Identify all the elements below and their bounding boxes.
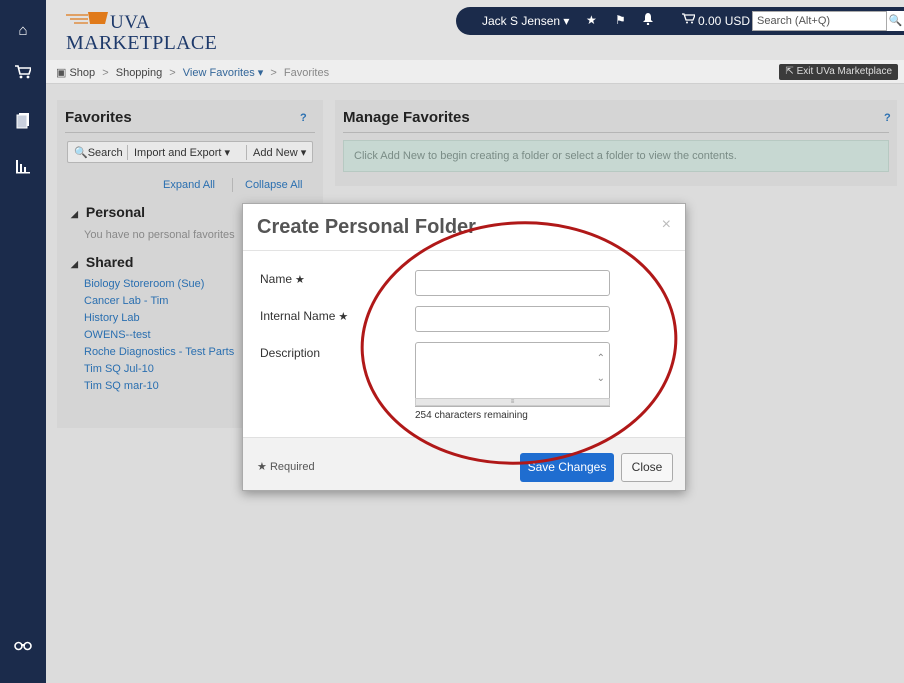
cart-icon[interactable] xyxy=(682,13,696,27)
import-export-button[interactable]: Import and Export ▾ xyxy=(134,146,230,159)
breadcrumb-view-favorites[interactable]: View Favorites ▾ xyxy=(183,67,264,79)
name-label: Name ★ xyxy=(260,272,305,286)
characters-remaining: 254 characters remaining xyxy=(415,410,528,421)
divider xyxy=(65,132,315,133)
search-icon[interactable]: 🔍 xyxy=(887,11,904,31)
collapse-triangle-icon: ◢ xyxy=(71,209,78,219)
reports-icon[interactable] xyxy=(0,158,46,178)
breadcrumb-separator: > xyxy=(270,67,277,79)
shared-folder-item[interactable]: History Lab xyxy=(84,312,239,329)
save-changes-button[interactable]: Save Changes xyxy=(520,453,614,482)
scroll-up-icon[interactable]: ⌃ xyxy=(597,353,605,364)
internal-name-label-text: Internal Name xyxy=(260,309,336,323)
toolbar-divider xyxy=(127,145,128,160)
manage-help-icon[interactable]: ? xyxy=(884,112,891,124)
shared-folder-item[interactable]: Cancer Lab - Tim xyxy=(84,295,239,312)
add-new-button[interactable]: Add New ▾ xyxy=(253,146,306,159)
required-star-icon: ★ xyxy=(338,311,349,323)
shared-folder-item[interactable]: OWENS--test xyxy=(84,329,239,346)
search-input[interactable]: Search (Alt+Q) xyxy=(752,11,887,31)
shared-folder-item[interactable]: Biology Storeroom (Sue) xyxy=(84,278,239,295)
required-note-text: Required xyxy=(269,461,315,473)
cart-icon[interactable] xyxy=(0,65,46,83)
breadcrumb-separator: > xyxy=(102,67,109,79)
logo-cart-icon xyxy=(66,12,108,24)
exit-label: Exit UVa Marketplace xyxy=(796,66,892,77)
personal-section-toggle[interactable]: ◢ Personal xyxy=(71,204,145,220)
close-button[interactable]: Close xyxy=(621,453,673,482)
favorites-title: Favorites xyxy=(65,109,132,126)
breadcrumb-shop[interactable]: Shop xyxy=(69,67,95,79)
search-favorites-label: Search xyxy=(87,147,123,159)
home-icon[interactable]: ⌂ xyxy=(0,22,46,39)
toolbar-divider xyxy=(246,145,247,160)
star-icon[interactable]: ★ xyxy=(586,13,597,27)
collapse-all-link[interactable]: Collapse All xyxy=(245,179,302,191)
favorites-toolbar: 🔍Search Import and Export ▾ Add New ▾ xyxy=(67,141,313,163)
user-menu[interactable]: Jack S Jensen ▾ xyxy=(482,14,569,28)
divider xyxy=(343,132,889,133)
binoculars-icon[interactable] xyxy=(0,638,46,655)
collapse-triangle-icon: ◢ xyxy=(71,259,78,269)
required-note: ★ Required xyxy=(257,460,315,473)
bell-icon[interactable] xyxy=(643,13,653,28)
info-message: Click Add New to begin creating a folder… xyxy=(343,140,889,172)
documents-icon[interactable] xyxy=(0,113,46,133)
logo-text-marketplace: MARKETPLACE xyxy=(66,32,218,54)
manage-favorites-panel: Manage Favorites ? Click Add New to begi… xyxy=(335,100,897,186)
resize-handle[interactable]: ≡ xyxy=(415,398,610,406)
favorites-help-icon[interactable]: ? xyxy=(300,112,307,124)
shared-section-label: Shared xyxy=(85,254,134,270)
shared-folder-list: Biology Storeroom (Sue) Cancer Lab - Tim… xyxy=(84,278,239,397)
header: UVA MARKETPLACE Jack S Jensen ▾ ★ ⚑ 0.00… xyxy=(46,0,904,60)
required-star-icon: ★ xyxy=(257,461,267,473)
uva-marketplace-logo[interactable]: UVA MARKETPLACE xyxy=(58,8,217,56)
close-icon[interactable]: × xyxy=(662,216,671,234)
breadcrumb-separator: > xyxy=(169,67,176,79)
shared-section-toggle[interactable]: ◢ Shared xyxy=(71,254,133,270)
shared-folder-item[interactable]: Tim SQ mar-10 xyxy=(84,380,239,397)
breadcrumb-shopping[interactable]: Shopping xyxy=(116,67,163,79)
required-star-icon: ★ xyxy=(295,274,305,286)
name-field[interactable] xyxy=(415,270,610,296)
breadcrumb: ▣ Shop > Shopping > View Favorites ▾ > F… xyxy=(46,60,904,84)
exit-marketplace-button[interactable]: ⇱ Exit UVa Marketplace xyxy=(779,64,898,80)
description-label: Description xyxy=(260,346,321,360)
internal-name-field[interactable] xyxy=(415,306,610,332)
scroll-down-icon[interactable]: ⌄ xyxy=(597,373,605,384)
dialog-title: Create Personal Folder xyxy=(257,216,476,238)
breadcrumb-favorites: Favorites xyxy=(283,67,330,79)
dialog-divider xyxy=(243,250,685,251)
search-favorites-button[interactable]: 🔍Search xyxy=(74,146,123,159)
logo-text-uva: UVA xyxy=(110,12,151,33)
internal-name-label: Internal Name ★ xyxy=(260,309,348,323)
name-label-text: Name xyxy=(260,272,293,286)
link-divider xyxy=(232,178,233,192)
cart-total[interactable]: 0.00 USD xyxy=(698,14,750,28)
shop-cart-icon: ▣ xyxy=(56,67,67,79)
shared-folder-item[interactable]: Roche Diagnostics - Test Parts xyxy=(84,346,239,363)
shared-folder-item[interactable]: Tim SQ Jul-10 xyxy=(84,363,239,380)
left-nav: ⌂ xyxy=(0,0,46,683)
create-folder-dialog: Create Personal Folder × Name ★ Internal … xyxy=(242,203,686,491)
personal-section-label: Personal xyxy=(85,204,146,220)
exit-icon: ⇱ xyxy=(785,66,794,77)
expand-all-link[interactable]: Expand All xyxy=(163,179,215,191)
manage-favorites-title: Manage Favorites xyxy=(343,109,470,126)
top-bar: Jack S Jensen ▾ ★ ⚑ 0.00 USD Search (Alt… xyxy=(456,7,904,35)
dialog-footer: ★ Required Save Changes Close xyxy=(243,437,685,490)
search-icon: 🔍 xyxy=(74,147,88,159)
flag-icon[interactable]: ⚑ xyxy=(615,13,626,27)
